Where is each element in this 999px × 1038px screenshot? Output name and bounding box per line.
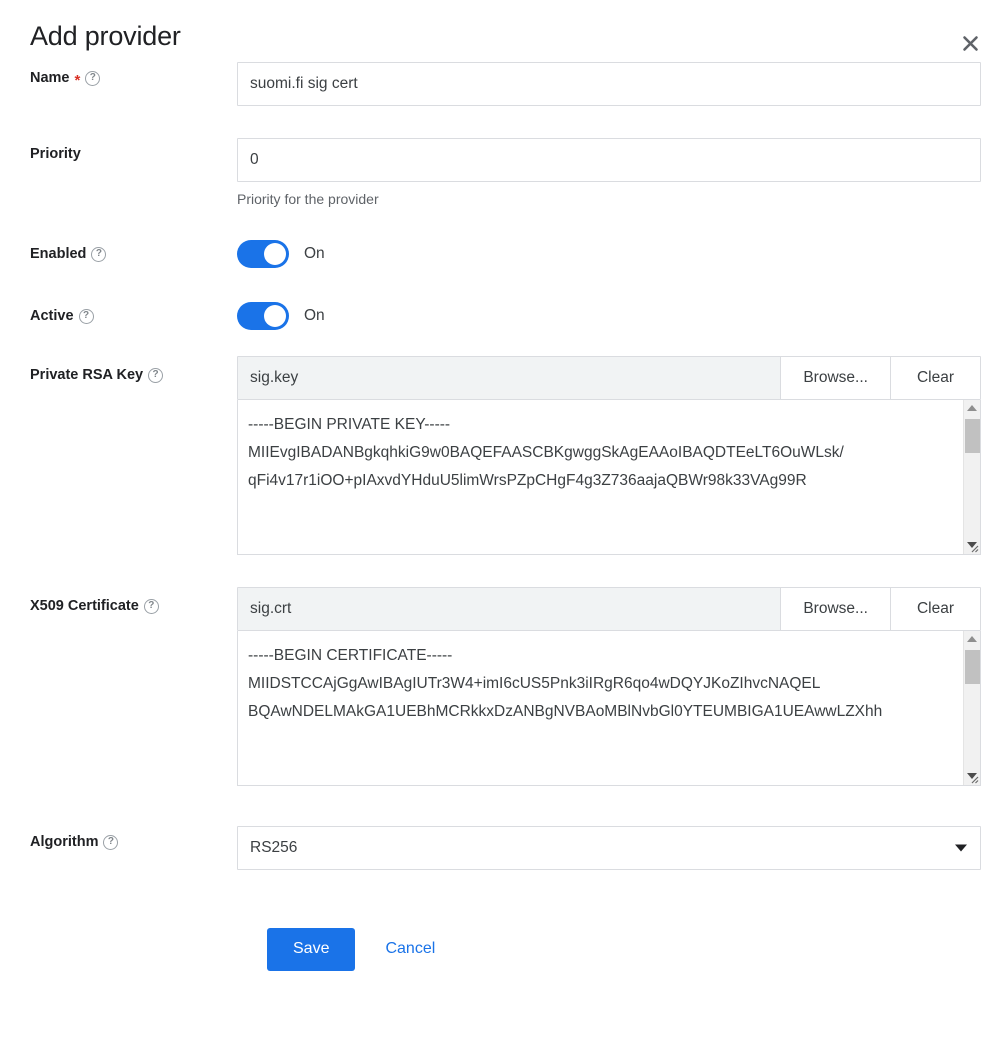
help-icon-active[interactable]: ? xyxy=(78,308,94,324)
field-row-x509-certificate: X509 Certificate ? sig.crt Browse... Cle… xyxy=(30,586,981,786)
label-active-text: Active xyxy=(30,308,74,325)
label-enabled-text: Enabled xyxy=(30,246,87,263)
toggle-knob xyxy=(264,304,286,327)
field-enabled: On xyxy=(237,238,981,268)
help-icon-name[interactable]: ? xyxy=(85,71,101,86)
field-private-rsa-key: sig.key Browse... Clear -----BEGIN PRIVA… xyxy=(237,355,981,555)
enabled-toggle-group: On xyxy=(237,238,981,268)
required-marker: * xyxy=(74,72,81,89)
private-key-file-bar: sig.key Browse... Clear xyxy=(237,355,981,400)
certificate-textarea[interactable]: -----BEGIN CERTIFICATE----- MIIDSTCCAjGg… xyxy=(238,631,963,785)
field-priority: Priority for the provider xyxy=(237,138,981,208)
close-icon[interactable] xyxy=(955,28,985,58)
field-row-priority: Priority Priority for the provider xyxy=(30,138,981,208)
help-icon-algorithm[interactable]: ? xyxy=(103,834,119,850)
scrollbar-thumb[interactable] xyxy=(965,649,980,684)
field-name xyxy=(237,62,981,106)
scrollbar-thumb[interactable] xyxy=(965,418,980,453)
label-name-text: Name xyxy=(30,70,70,87)
dialog-actions: Save Cancel xyxy=(30,927,981,971)
certificate-textarea-wrap: -----BEGIN CERTIFICATE----- MIIDSTCCAjGg… xyxy=(237,630,981,786)
private-key-file-name: sig.key xyxy=(238,356,781,399)
field-row-private-rsa-key: Private RSA Key ? sig.key Browse... Clea… xyxy=(30,355,981,555)
private-key-scrollbar[interactable] xyxy=(963,399,980,554)
resize-handle-icon[interactable] xyxy=(967,772,979,784)
field-row-algorithm: Algorithm ? RS256 xyxy=(30,825,981,870)
label-x509-certificate: X509 Certificate ? xyxy=(30,587,237,614)
field-active: On xyxy=(237,300,981,330)
private-key-textarea[interactable]: -----BEGIN PRIVATE KEY----- MIIEvgIBADAN… xyxy=(238,400,963,554)
label-private-rsa-key-text: Private RSA Key xyxy=(30,367,144,384)
scroll-up-icon[interactable] xyxy=(964,632,980,647)
label-x509-certificate-text: X509 Certificate xyxy=(30,598,139,615)
algorithm-select[interactable]: RS256 xyxy=(237,825,981,870)
private-key-textarea-wrap: -----BEGIN PRIVATE KEY----- MIIEvgIBADAN… xyxy=(237,399,981,555)
resize-handle-glyph xyxy=(971,545,979,553)
resize-handle-icon[interactable] xyxy=(967,541,979,553)
resize-handle-glyph xyxy=(971,776,979,784)
private-key-clear-button[interactable]: Clear xyxy=(889,356,980,399)
enabled-toggle[interactable] xyxy=(237,239,289,268)
page-title: Add provider xyxy=(30,21,181,51)
close-icon-glyph xyxy=(962,35,978,51)
certificate-file-name: sig.crt xyxy=(238,587,781,630)
field-row-name: Name * ? xyxy=(30,62,981,106)
dialog-header: Add provider xyxy=(0,0,999,62)
label-name: Name * ? xyxy=(30,62,237,89)
priority-helper-text: Priority for the provider xyxy=(237,191,379,207)
help-icon-x509-certificate[interactable]: ? xyxy=(143,598,159,614)
field-algorithm: RS256 xyxy=(237,825,981,870)
add-provider-form: Name * ? Priority Priority for the provi… xyxy=(0,62,999,971)
certificate-scrollbar[interactable] xyxy=(963,630,980,785)
save-button[interactable]: Save xyxy=(267,927,356,971)
label-algorithm: Algorithm ? xyxy=(30,826,237,850)
label-priority: Priority xyxy=(30,138,237,162)
scroll-up-icon[interactable] xyxy=(964,401,980,416)
enabled-state-label: On xyxy=(304,244,325,262)
label-algorithm-text: Algorithm xyxy=(30,834,99,851)
field-row-active: Active ? On xyxy=(30,300,981,330)
label-enabled: Enabled ? xyxy=(30,238,237,262)
algorithm-select-wrap: RS256 xyxy=(237,825,981,870)
help-icon-enabled[interactable]: ? xyxy=(91,246,107,262)
priority-input[interactable] xyxy=(237,138,981,182)
cancel-button[interactable]: Cancel xyxy=(369,928,451,971)
field-x509-certificate: sig.crt Browse... Clear -----BEGIN CERTI… xyxy=(237,586,981,786)
toggle-knob xyxy=(264,242,286,265)
field-row-enabled: Enabled ? On xyxy=(30,238,981,268)
name-input[interactable] xyxy=(237,62,981,106)
certificate-file-bar: sig.crt Browse... Clear xyxy=(237,586,981,631)
private-key-browse-button[interactable]: Browse... xyxy=(780,356,890,399)
label-private-rsa-key: Private RSA Key ? xyxy=(30,356,237,383)
active-state-label: On xyxy=(304,306,325,324)
certificate-clear-button[interactable]: Clear xyxy=(889,587,980,630)
label-active: Active ? xyxy=(30,300,237,324)
certificate-browse-button[interactable]: Browse... xyxy=(780,587,890,630)
label-priority-text: Priority xyxy=(30,146,81,162)
help-icon-private-rsa-key[interactable]: ? xyxy=(148,367,164,383)
active-toggle[interactable] xyxy=(237,301,289,330)
active-toggle-group: On xyxy=(237,300,981,330)
